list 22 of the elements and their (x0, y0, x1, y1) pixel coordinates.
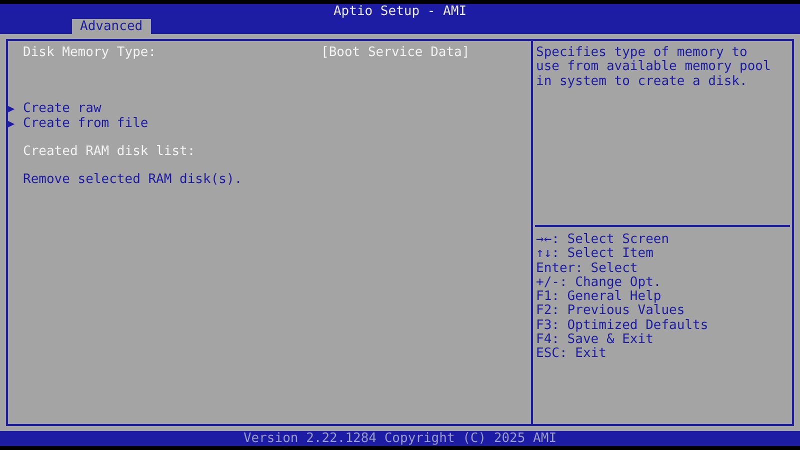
menu-tab[interactable]: Advanced (72, 19, 151, 34)
key-legend-line: ↑↓: Select Item (536, 247, 654, 262)
submenu-item[interactable]: Create from file (23, 116, 148, 131)
key-legend-line: F4: Save & Exit (536, 333, 654, 348)
action-item[interactable]: Remove selected RAM disk(s). (23, 173, 242, 188)
submenu-arrow: ▶ (8, 116, 15, 131)
key-legend-line: F2: Previous Values (536, 304, 686, 319)
window-title: Aptio Setup - AMI (333, 5, 467, 20)
key-legend-line: F1: General Help (536, 290, 662, 304)
help-text-line: use from available memory pool (536, 60, 772, 75)
submenu-arrow: ▶ (8, 102, 15, 117)
setting-label: Disk Memory Type: (23, 46, 156, 60)
key-legend-line: ESC: Exit (536, 347, 608, 362)
version-text: Version 2.22.1284 Copyright (C) 2025 AMI (243, 432, 557, 446)
key-legend-line: →←: Select Screen (536, 233, 670, 247)
key-legend-line: +/-: Change Opt. (536, 276, 662, 290)
section-label: Created RAM disk list: (23, 144, 196, 160)
key-legend-line: Enter: Select (536, 262, 639, 276)
key-legend-line: F3: Optimized Defaults (536, 318, 710, 333)
help-text-line: in system to create a disk. (536, 74, 748, 89)
help-text-line: Specifies type of memory to (536, 46, 748, 60)
submenu-item[interactable]: Create raw (23, 102, 102, 117)
